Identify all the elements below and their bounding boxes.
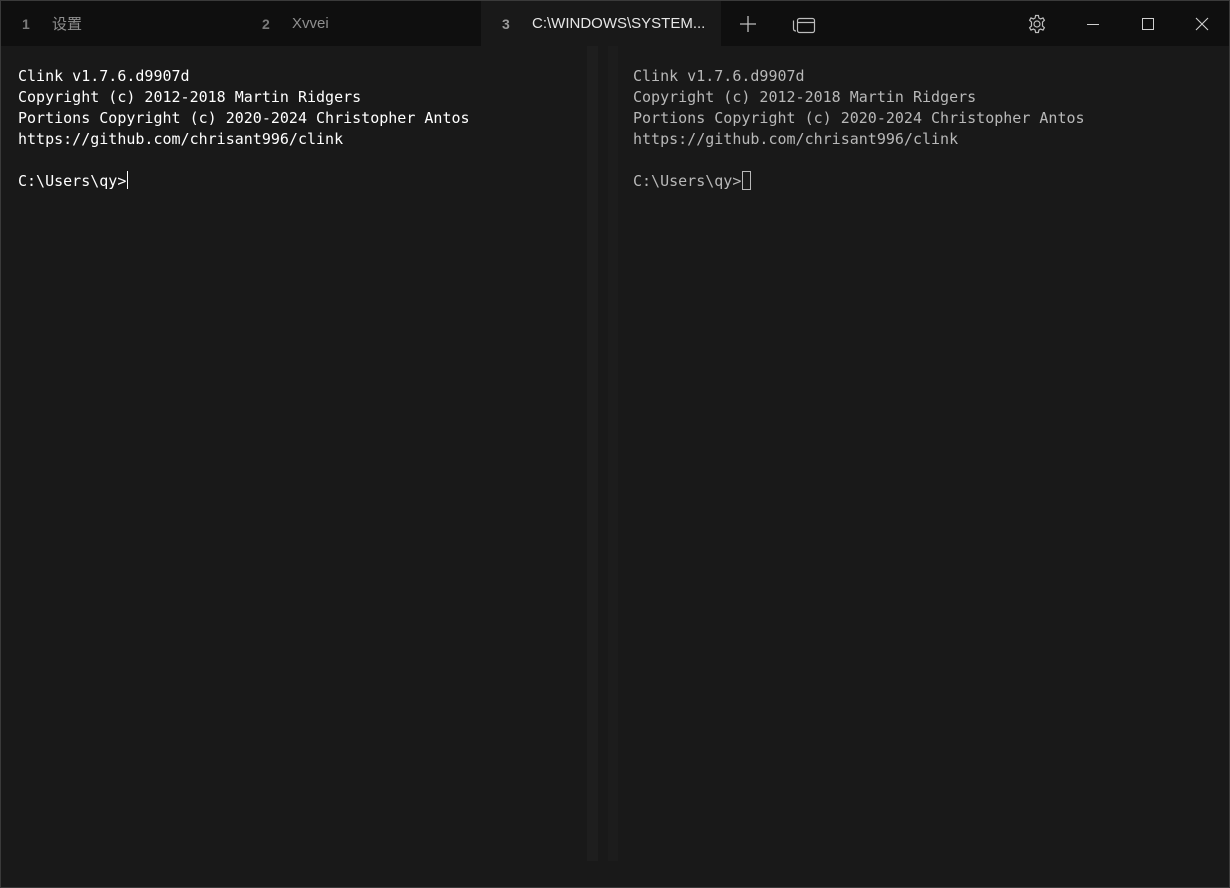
tab-3[interactable]: 3 C:\WINDOWS\SYSTEM... — [481, 1, 721, 46]
close-icon — [1195, 17, 1209, 30]
tab-number: 3 — [502, 15, 510, 32]
text-cursor — [127, 171, 129, 189]
prompt-line: C:\Users\qy> — [633, 171, 1085, 192]
output-line: Clink v1.7.6.d9907d — [18, 67, 190, 85]
output-line: https://github.com/chrisant996/clink — [633, 130, 959, 148]
new-tab-button[interactable] — [723, 1, 773, 46]
minimize-button[interactable] — [1065, 1, 1121, 46]
output-line: Copyright (c) 2012-2018 Martin Ridgers — [18, 88, 362, 106]
prompt-text: C:\Users\qy> — [633, 172, 742, 190]
terminal-window: 1 设置 2 Xvvei 3 C:\WINDOWS\SYSTEM... Clin… — [0, 0, 1230, 888]
minimize-icon — [1087, 23, 1099, 25]
tab-title: Xvvei — [292, 15, 329, 32]
right-terminal-pane[interactable]: Clink v1.7.6.d9907d Copyright (c) 2012-20… — [618, 46, 1229, 887]
tab-number: 1 — [22, 15, 30, 32]
output-line: https://github.com/chrisant996/clink — [18, 130, 344, 148]
tab-menu-button[interactable] — [777, 1, 831, 46]
tab-menu-icon — [792, 17, 816, 33]
output-line: Copyright (c) 2012-2018 Martin Ridgers — [633, 88, 977, 106]
close-button[interactable] — [1175, 1, 1229, 46]
prompt-line: C:\Users\qy> — [18, 171, 470, 192]
maximize-button[interactable] — [1121, 1, 1175, 46]
maximize-icon — [1142, 17, 1154, 30]
terminal-content: Clink v1.7.6.d9907d Copyright (c) 2012-20… — [1, 46, 1229, 887]
plus-icon — [740, 15, 756, 32]
left-terminal-pane[interactable]: Clink v1.7.6.d9907d Copyright (c) 2012-20… — [1, 46, 587, 887]
gear-icon — [1028, 14, 1046, 33]
left-pane-scrollbar[interactable] — [587, 46, 598, 861]
tab-2[interactable]: 2 Xvvei — [241, 1, 481, 46]
text-cursor — [742, 171, 752, 190]
output-line: Portions Copyright (c) 2020-2024 Christo… — [18, 109, 470, 127]
settings-button[interactable] — [1011, 1, 1063, 46]
tab-1[interactable]: 1 设置 — [1, 1, 241, 46]
tab-title: C:\WINDOWS\SYSTEM... — [532, 15, 706, 32]
tab-number: 2 — [262, 15, 270, 32]
terminal-output: Clink v1.7.6.d9907d Copyright (c) 2012-20… — [633, 66, 1085, 192]
title-bar: 1 设置 2 Xvvei 3 C:\WINDOWS\SYSTEM... — [1, 1, 1229, 46]
prompt-text: C:\Users\qy> — [18, 172, 127, 190]
terminal-output: Clink v1.7.6.d9907d Copyright (c) 2012-20… — [18, 66, 470, 192]
tab-title: 设置 — [52, 16, 83, 33]
right-pane-scrollbar[interactable] — [608, 46, 618, 861]
output-line: Clink v1.7.6.d9907d — [633, 67, 805, 85]
output-line: Portions Copyright (c) 2020-2024 Christo… — [633, 109, 1085, 127]
